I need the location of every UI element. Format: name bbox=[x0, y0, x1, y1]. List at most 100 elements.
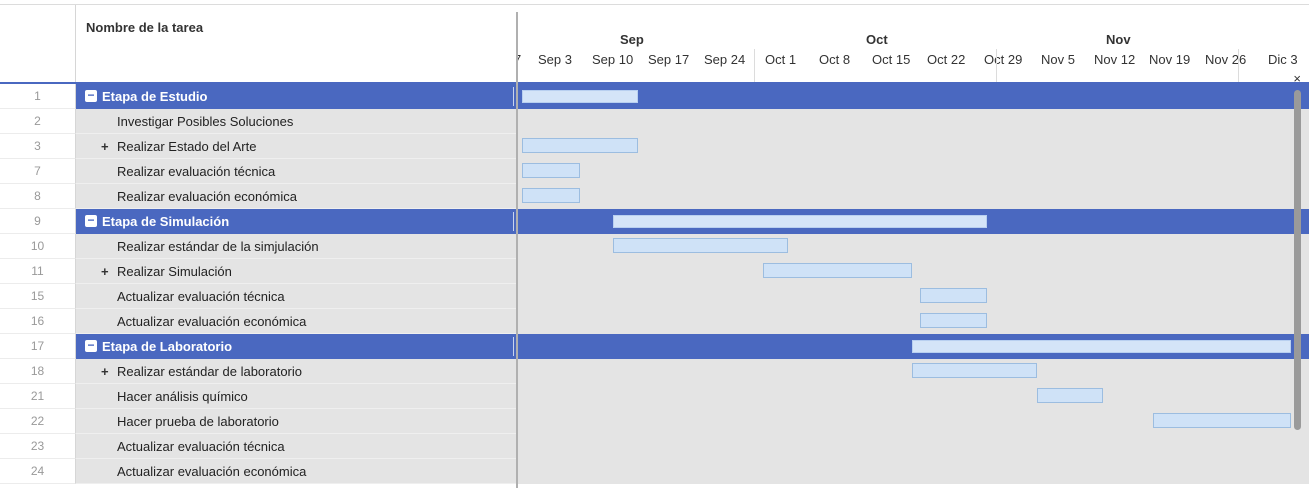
week-label: Sep 17 bbox=[648, 52, 690, 67]
task-name-cell[interactable]: Hacer análisis químico bbox=[76, 384, 516, 409]
phase-row[interactable]: 1− Etapa de Estudio bbox=[0, 84, 1309, 109]
task-label: Etapa de Laboratorio bbox=[102, 339, 233, 354]
expand-icon[interactable]: + bbox=[101, 259, 109, 284]
week-label: Sep 24 bbox=[704, 52, 746, 67]
task-bar[interactable] bbox=[1036, 388, 1103, 403]
collapse-icon[interactable]: − bbox=[85, 339, 97, 352]
phase-row[interactable]: 17− Etapa de Laboratorio bbox=[0, 334, 1309, 359]
task-bar[interactable] bbox=[522, 188, 581, 203]
task-label: Actualizar evaluación económica bbox=[117, 314, 307, 329]
task-bar[interactable] bbox=[613, 238, 788, 253]
timeline-cell bbox=[518, 334, 1309, 359]
row-number: 21 bbox=[0, 384, 76, 409]
task-name-cell[interactable]: Actualizar evaluación económica bbox=[76, 459, 516, 484]
task-grid: 1− Etapa de Estudio 2 Investigar Posibles S… bbox=[0, 84, 1309, 484]
row-number: 15 bbox=[0, 284, 76, 309]
week-label: Nov 12 bbox=[1094, 52, 1136, 67]
task-label: Realizar Simulación bbox=[117, 264, 232, 279]
task-row[interactable]: 7 Realizar evaluación técnica bbox=[0, 159, 1309, 184]
task-label: Actualizar evaluación económica bbox=[117, 464, 307, 479]
row-number: 1 bbox=[0, 84, 76, 109]
task-row[interactable]: 11 + Realizar Simulación bbox=[0, 259, 1309, 284]
task-name-cell[interactable]: − Etapa de Estudio bbox=[76, 84, 516, 109]
task-row[interactable]: 8 Realizar evaluación económica bbox=[0, 184, 1309, 209]
week-label: 7 bbox=[518, 52, 521, 67]
timeline-cell bbox=[518, 134, 1309, 159]
pane-splitter[interactable] bbox=[516, 12, 518, 488]
task-bar[interactable] bbox=[522, 163, 581, 178]
row-number: 24 bbox=[0, 459, 76, 484]
task-row[interactable]: 24 Actualizar evaluación económica bbox=[0, 459, 1309, 484]
timeline-cell bbox=[518, 434, 1309, 459]
task-name-cell[interactable]: Actualizar evaluación técnica bbox=[76, 284, 516, 309]
phase-bar[interactable] bbox=[912, 340, 1291, 353]
timeline-cell bbox=[518, 109, 1309, 134]
row-number: 10 bbox=[0, 234, 76, 259]
task-name-cell[interactable]: − Etapa de Simulación bbox=[76, 209, 516, 234]
phase-bar[interactable] bbox=[522, 90, 639, 103]
row-number: 11 bbox=[0, 259, 76, 284]
task-name-cell[interactable]: − Etapa de Laboratorio bbox=[76, 334, 516, 359]
task-name-cell[interactable]: + Realizar Simulación bbox=[76, 259, 516, 284]
task-row[interactable]: 15 Actualizar evaluación técnica bbox=[0, 284, 1309, 309]
month-separator bbox=[754, 49, 755, 83]
row-number: 7 bbox=[0, 159, 76, 184]
month-label: Nov bbox=[1106, 32, 1131, 47]
task-name-cell[interactable]: + Realizar estándar de laboratorio bbox=[76, 359, 516, 384]
task-bar[interactable] bbox=[912, 363, 1037, 378]
expand-icon[interactable]: + bbox=[101, 134, 109, 159]
task-bar[interactable] bbox=[1152, 413, 1291, 428]
task-row[interactable]: 10 Realizar estándar de la simjulación bbox=[0, 234, 1309, 259]
task-label: Realizar estándar de la simjulación bbox=[117, 239, 319, 254]
task-name-header[interactable]: Nombre de la tarea bbox=[76, 5, 516, 83]
task-row[interactable]: 21 Hacer análisis químico bbox=[0, 384, 1309, 409]
task-row[interactable]: 3 + Realizar Estado del Arte bbox=[0, 134, 1309, 159]
week-label: Nov 26 bbox=[1205, 52, 1247, 67]
expand-icon[interactable]: + bbox=[101, 359, 109, 384]
task-bar[interactable] bbox=[920, 313, 987, 328]
task-name-cell[interactable]: Investigar Posibles Soluciones bbox=[76, 109, 516, 134]
task-label: Realizar evaluación económica bbox=[117, 189, 297, 204]
row-number: 2 bbox=[0, 109, 76, 134]
task-label: Realizar Estado del Arte bbox=[117, 139, 257, 154]
task-row[interactable]: 18 + Realizar estándar de laboratorio bbox=[0, 359, 1309, 384]
task-name-cell[interactable]: Actualizar evaluación técnica bbox=[76, 434, 516, 459]
task-label: Hacer prueba de laboratorio bbox=[117, 414, 279, 429]
task-name-cell[interactable]: Hacer prueba de laboratorio bbox=[76, 409, 516, 434]
week-label: Dic 3 bbox=[1268, 52, 1298, 67]
row-number: 18 bbox=[0, 359, 76, 384]
timeline-cell bbox=[518, 459, 1309, 484]
row-number: 17 bbox=[0, 334, 76, 359]
task-row[interactable]: 22 Hacer prueba de laboratorio bbox=[0, 409, 1309, 434]
week-label: Oct 22 bbox=[927, 52, 966, 67]
task-label: Etapa de Estudio bbox=[102, 89, 208, 104]
phase-bar[interactable] bbox=[613, 215, 987, 228]
task-name-cell[interactable]: Realizar evaluación técnica bbox=[76, 159, 516, 184]
row-number: 8 bbox=[0, 184, 76, 209]
week-label: Oct 8 bbox=[819, 52, 851, 67]
phase-row[interactable]: 9− Etapa de Simulación bbox=[0, 209, 1309, 234]
timeline-cell bbox=[518, 84, 1309, 109]
task-label: Etapa de Simulación bbox=[102, 214, 230, 229]
timeline-cell bbox=[518, 259, 1309, 284]
task-name-cell[interactable]: Realizar evaluación económica bbox=[76, 184, 516, 209]
task-bar[interactable] bbox=[920, 288, 987, 303]
task-name-cell[interactable]: Realizar estándar de la simjulación bbox=[76, 234, 516, 259]
task-row[interactable]: 16 Actualizar evaluación económica bbox=[0, 309, 1309, 334]
task-bar[interactable] bbox=[762, 263, 913, 278]
task-label: Actualizar evaluación técnica bbox=[117, 439, 285, 454]
week-label: Sep 3 bbox=[538, 52, 572, 67]
task-name-cell[interactable]: + Realizar Estado del Arte bbox=[76, 134, 516, 159]
collapse-icon[interactable]: − bbox=[85, 214, 97, 227]
task-name-cell[interactable]: Actualizar evaluación económica bbox=[76, 309, 516, 334]
row-number: 16 bbox=[0, 309, 76, 334]
timeline-cell bbox=[518, 384, 1309, 409]
vertical-scrollbar[interactable] bbox=[1294, 90, 1301, 430]
month-separator bbox=[1238, 49, 1239, 83]
task-label: Actualizar evaluación técnica bbox=[117, 289, 285, 304]
task-bar[interactable] bbox=[522, 138, 639, 153]
task-row[interactable]: 23 Actualizar evaluación técnica bbox=[0, 434, 1309, 459]
task-row[interactable]: 2 Investigar Posibles Soluciones bbox=[0, 109, 1309, 134]
collapse-icon[interactable]: − bbox=[85, 89, 97, 102]
timeline-cell bbox=[518, 234, 1309, 259]
